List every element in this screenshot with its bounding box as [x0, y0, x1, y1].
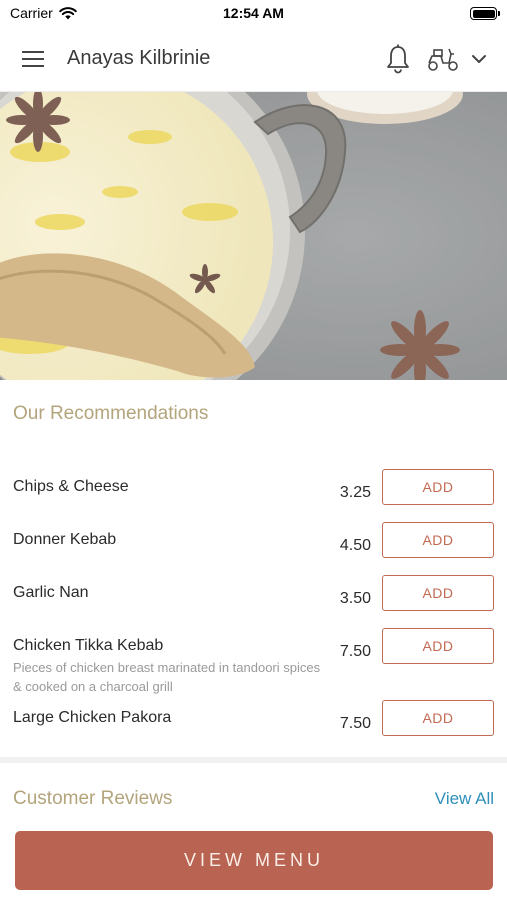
- item-price: 3.25: [339, 484, 371, 501]
- add-button[interactable]: ADD: [382, 628, 494, 664]
- status-time: 12:54 AM: [223, 5, 284, 21]
- bell-icon[interactable]: [384, 43, 412, 75]
- hero-food-image: [0, 92, 507, 380]
- restaurant-name: Anayas Kilbrinie: [67, 47, 211, 69]
- battery-icon: [470, 7, 500, 20]
- item-name: Large Chicken Pakora: [13, 709, 172, 726]
- hamburger-menu-icon[interactable]: [20, 48, 48, 70]
- item-price: 4.50: [339, 537, 371, 554]
- app-header: Anayas Kilbrinie: [0, 28, 507, 92]
- recommendations-title: Our Recommendations: [13, 403, 209, 424]
- section-divider: [0, 757, 507, 763]
- add-button[interactable]: ADD: [382, 575, 494, 611]
- item-price: 7.50: [339, 715, 371, 732]
- item-name: Chips & Cheese: [13, 478, 129, 495]
- add-button[interactable]: ADD: [382, 469, 494, 505]
- add-button[interactable]: ADD: [382, 700, 494, 736]
- item-name: Donner Kebab: [13, 531, 117, 548]
- item-price: 7.50: [339, 643, 371, 660]
- item-name: Garlic Nan: [13, 584, 89, 601]
- view-menu-button[interactable]: VIEW MENU: [15, 831, 493, 890]
- status-bar: Carrier 12:54 AM: [0, 0, 507, 28]
- item-description: Pieces of chicken breast marinated in ta…: [13, 660, 321, 694]
- add-button[interactable]: ADD: [382, 522, 494, 558]
- chevron-down-icon[interactable]: [468, 48, 490, 70]
- item-price: 3.50: [339, 590, 371, 607]
- item-name: Chicken Tikka Kebab: [13, 637, 164, 654]
- reviews-title: Customer Reviews: [13, 788, 173, 809]
- view-all-reviews-link[interactable]: View All: [435, 789, 494, 809]
- scooter-delivery-icon[interactable]: [426, 45, 460, 73]
